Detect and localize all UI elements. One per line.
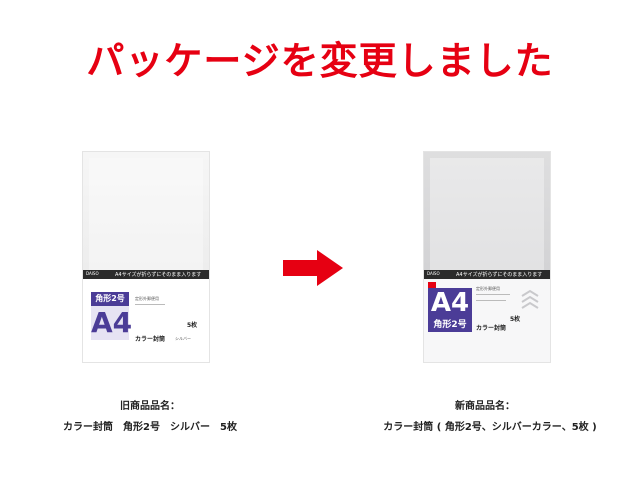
- color-tag: シルバー: [175, 336, 191, 341]
- brand-logo: DAISO: [427, 271, 440, 276]
- old-product-caption-heading: 旧商品品名：: [120, 401, 180, 412]
- size-big-label: A4: [91, 306, 133, 340]
- old-product-caption-name: カラー封筒 角形2号 シルバー 5枚: [63, 422, 237, 433]
- package-label-band: DAISO A4サイズが折らずにそのまま入ります A4 角形2号 定形外郵便用 …: [424, 270, 550, 362]
- envelope-sheet: [89, 158, 203, 270]
- package-label-band: DAISO A4サイズが折らずにそのまま入ります 角形2号 A4 定形外郵便用 …: [83, 270, 209, 362]
- brand-logo: DAISO: [86, 271, 99, 276]
- divider: [476, 300, 506, 301]
- divider: [476, 294, 510, 295]
- count-label: 5枚: [187, 322, 198, 329]
- size-big-label: A4: [428, 288, 472, 318]
- type-label: カラー封筒: [476, 325, 507, 332]
- usage-label: 定形外郵便用: [476, 286, 500, 291]
- band-top-strip: DAISO A4サイズが折らずにそのまま入ります: [83, 270, 209, 279]
- page-headline: パッケージを変更しました: [86, 39, 554, 83]
- size-label: 角形2号: [91, 292, 129, 306]
- new-product-caption-heading: 新商品品名：: [455, 401, 515, 412]
- band-top-strip: DAISO A4サイズが折らずにそのまま入ります: [424, 270, 550, 279]
- count-label: 5枚: [510, 316, 521, 323]
- size-label: 角形2号: [428, 318, 472, 332]
- old-product-package-image: DAISO A4サイズが折らずにそのまま入ります 角形2号 A4 定形外郵便用 …: [83, 152, 209, 362]
- new-product-caption-name: カラー封筒 ( 角形2号、シルバーカラー、5枚 ): [383, 422, 597, 433]
- right-arrow-icon: [283, 250, 343, 286]
- divider: [135, 304, 165, 305]
- new-product-package-image: DAISO A4サイズが折らずにそのまま入ります A4 角形2号 定形外郵便用 …: [424, 152, 550, 362]
- envelope-sheet: [430, 158, 544, 270]
- band-caption: A4サイズが折らずにそのまま入ります: [456, 272, 543, 278]
- band-caption: A4サイズが折らずにそのまま入ります: [115, 272, 202, 278]
- type-label: カラー封筒: [135, 336, 166, 343]
- usage-label: 定形外郵便用: [135, 296, 159, 301]
- chevron-pattern-icon: [521, 289, 539, 309]
